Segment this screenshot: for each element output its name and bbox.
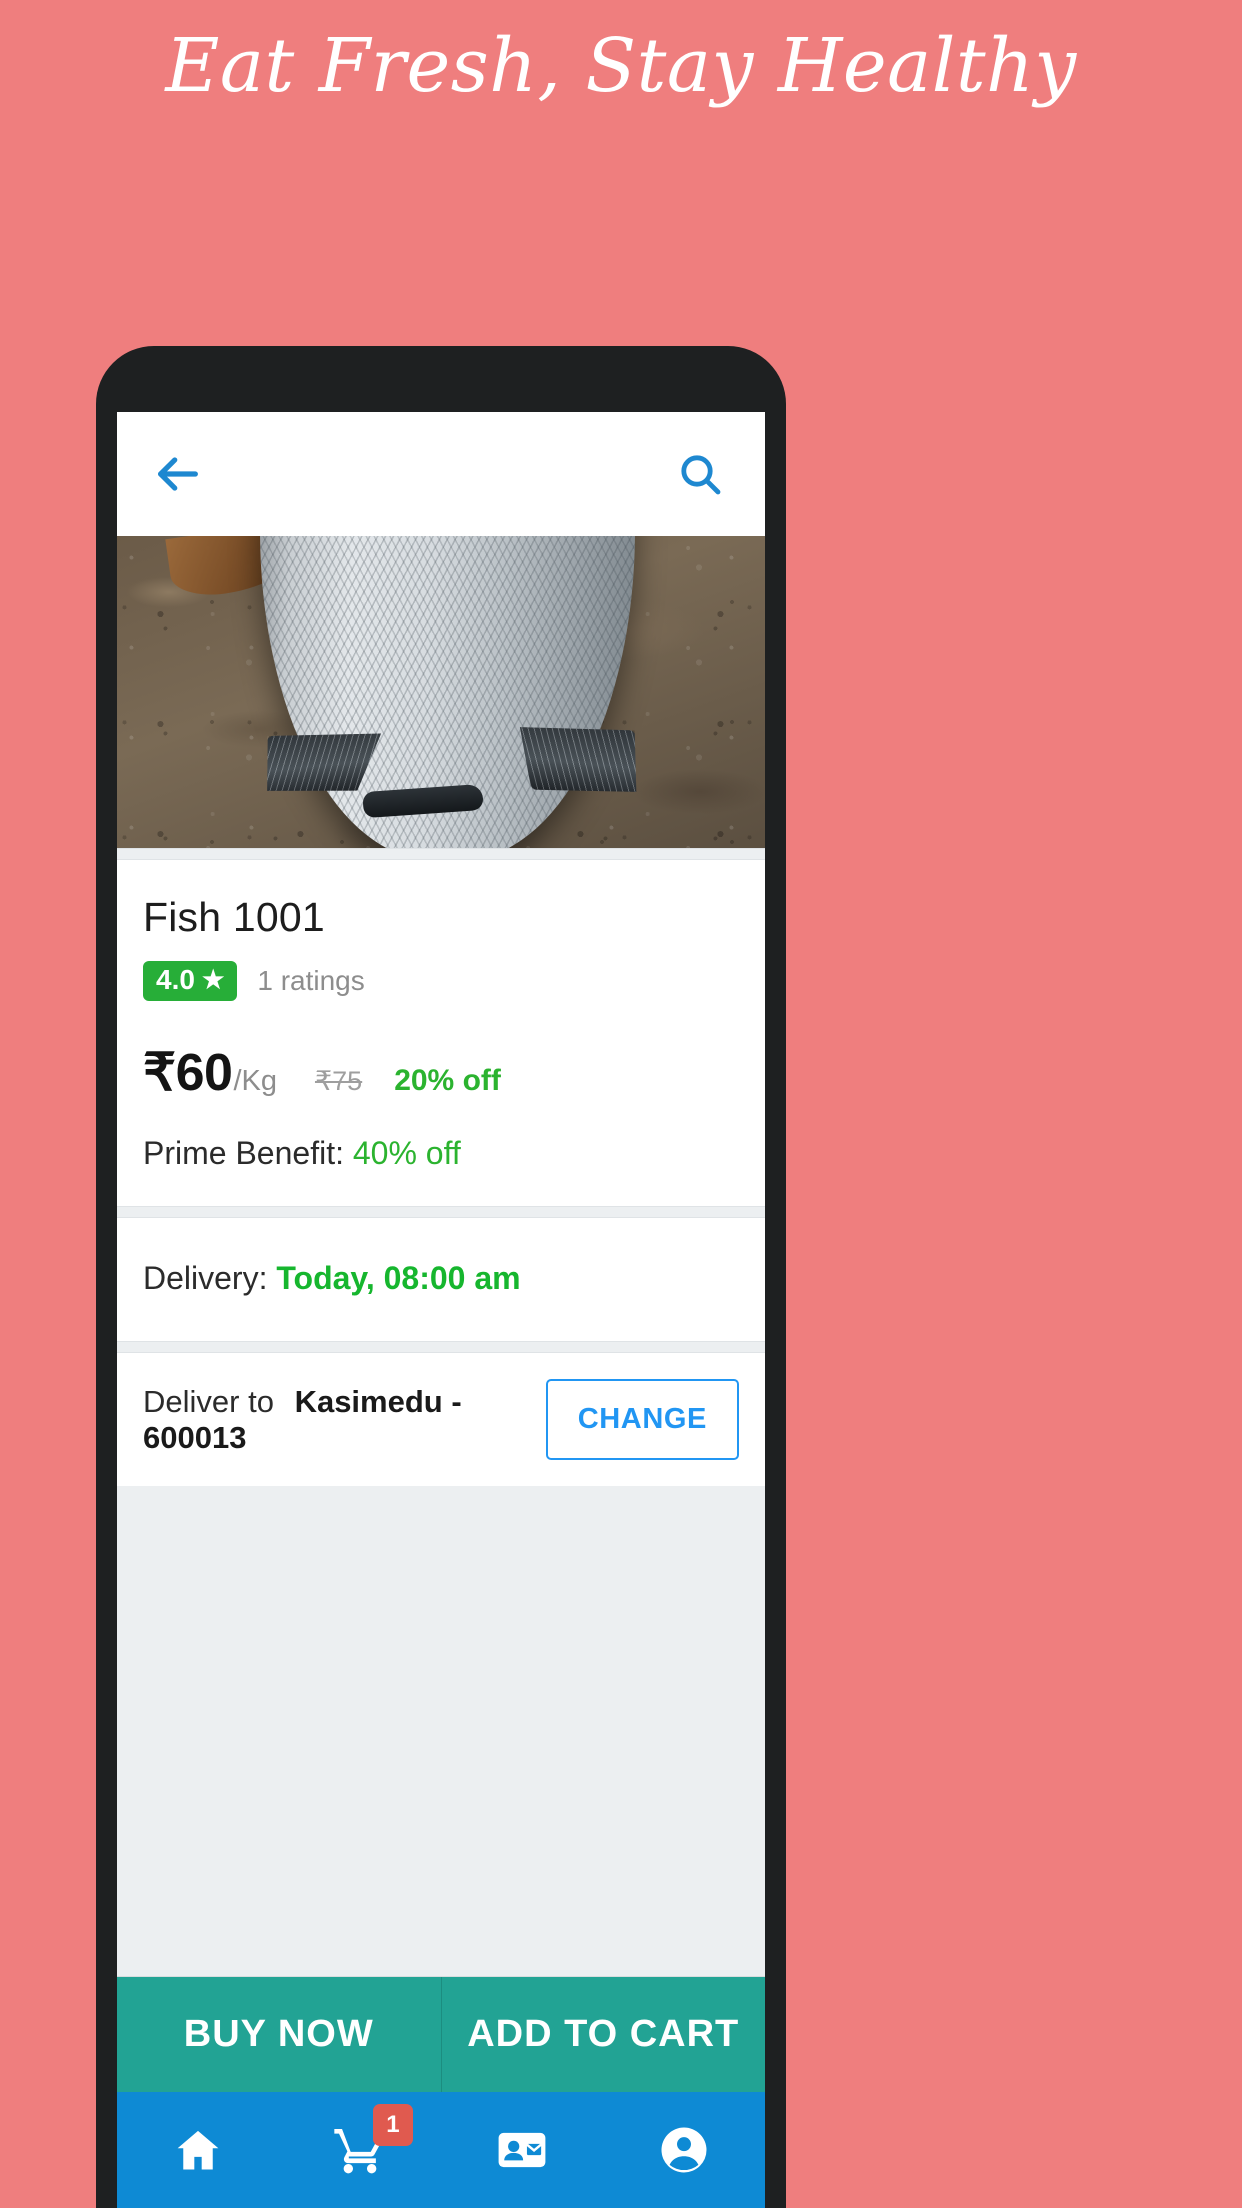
prime-benefit-value: 40% off	[352, 1135, 461, 1171]
delivery-value: Today, 08:00 am	[276, 1260, 521, 1296]
address-text: Deliver to Kasimedu - 600013	[143, 1384, 546, 1456]
phone-screen: Fish 1001 4.0 ★ 1 ratings ₹60 /Kg ₹75 20…	[117, 412, 765, 2208]
nav-item-account[interactable]	[603, 2092, 765, 2208]
price-mrp: ₹75	[314, 1066, 363, 1096]
account-circle-icon	[657, 2123, 711, 2177]
delivery-label: Delivery:	[143, 1260, 268, 1296]
fish-fin-right	[513, 718, 653, 802]
rating-value: 4.0	[156, 964, 195, 995]
price-current: ₹60	[143, 1044, 233, 1102]
cart-badge: 1	[372, 2104, 413, 2146]
nav-item-home[interactable]	[117, 2092, 279, 2208]
product-image[interactable]	[117, 536, 765, 848]
delivery-card: Delivery: Today, 08:00 am	[117, 1218, 765, 1341]
action-bar: BUY NOW ADD TO CART	[117, 1976, 765, 2092]
contact-card-icon	[495, 2123, 549, 2177]
price-discount: 20% off	[394, 1064, 501, 1097]
change-address-button[interactable]: CHANGE	[545, 1379, 739, 1460]
search-icon	[676, 450, 724, 498]
app-bar	[117, 412, 765, 536]
section-divider	[117, 1206, 765, 1218]
phone-mockup-frame: Fish 1001 4.0 ★ 1 ratings ₹60 /Kg ₹75 20…	[96, 346, 786, 2208]
home-icon	[172, 2124, 224, 2176]
rating-count: 1 ratings	[257, 965, 365, 996]
fin-texture-right	[513, 718, 653, 802]
price-unit: /Kg	[233, 1065, 277, 1097]
prime-benefit-row: Prime Benefit: 40% off	[143, 1135, 739, 1172]
section-divider	[117, 1341, 765, 1353]
address-label: Deliver to	[143, 1383, 274, 1419]
buy-now-button[interactable]: BUY NOW	[117, 1977, 441, 2092]
add-to-cart-button[interactable]: ADD TO CART	[440, 1977, 765, 2092]
product-details-card: Fish 1001 4.0 ★ 1 ratings ₹60 /Kg ₹75 20…	[117, 860, 765, 1206]
price-row: ₹60 /Kg ₹75 20% off	[143, 1043, 739, 1103]
address-card: Deliver to Kasimedu - 600013 CHANGE	[117, 1353, 765, 1486]
arrow-left-icon	[152, 448, 204, 500]
bottom-navigation-bar: 1	[117, 2092, 765, 2208]
prime-benefit-label: Prime Benefit:	[143, 1135, 344, 1171]
product-title: Fish 1001	[143, 894, 325, 940]
content-filler	[117, 1486, 765, 1976]
rating-badge[interactable]: 4.0 ★	[143, 961, 238, 1001]
search-button[interactable]	[669, 443, 731, 505]
back-button[interactable]	[147, 443, 209, 505]
star-icon: ★	[201, 965, 225, 994]
promo-headline: Eat Fresh, Stay Healthy	[165, 23, 1077, 109]
nav-item-contacts[interactable]	[441, 2092, 603, 2208]
rating-row: 4.0 ★ 1 ratings	[143, 961, 739, 1001]
nav-item-cart[interactable]: 1	[279, 2092, 441, 2208]
section-divider	[117, 848, 765, 860]
